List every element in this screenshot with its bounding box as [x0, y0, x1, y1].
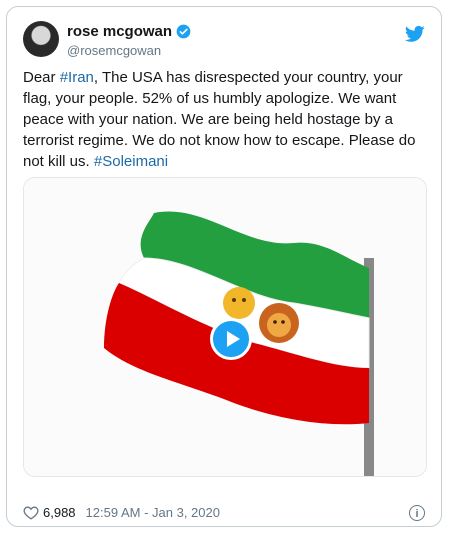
author-name[interactable]: rose mcgowan — [67, 23, 172, 40]
tweet-text: Dear #Iran, The USA has disrespected you… — [23, 67, 433, 172]
tweet-text-part: Dear — [23, 69, 60, 86]
hashtag-link-iran[interactable]: #Iran — [60, 69, 94, 86]
verified-badge-icon — [176, 24, 191, 39]
author-row: rose mcgowan — [67, 23, 191, 40]
media-gif[interactable] — [23, 177, 427, 477]
tweet-footer: 6,988 12:59 AM - Jan 3, 2020 — [23, 505, 220, 520]
info-icon[interactable]: i — [409, 505, 425, 521]
twitter-bird-icon[interactable] — [405, 25, 425, 43]
tweet-card: rose mcgowan @rosemcgowan Dear #Iran, Th… — [6, 6, 442, 527]
avatar[interactable] — [23, 21, 59, 57]
heart-icon[interactable] — [23, 505, 39, 520]
like-count[interactable]: 6,988 — [43, 505, 76, 520]
play-button[interactable] — [210, 318, 252, 360]
author-handle[interactable]: @rosemcgowan — [67, 43, 161, 58]
hashtag-link-soleimani[interactable]: #Soleimani — [94, 153, 168, 170]
tweet-timestamp[interactable]: 12:59 AM - Jan 3, 2020 — [86, 505, 220, 520]
